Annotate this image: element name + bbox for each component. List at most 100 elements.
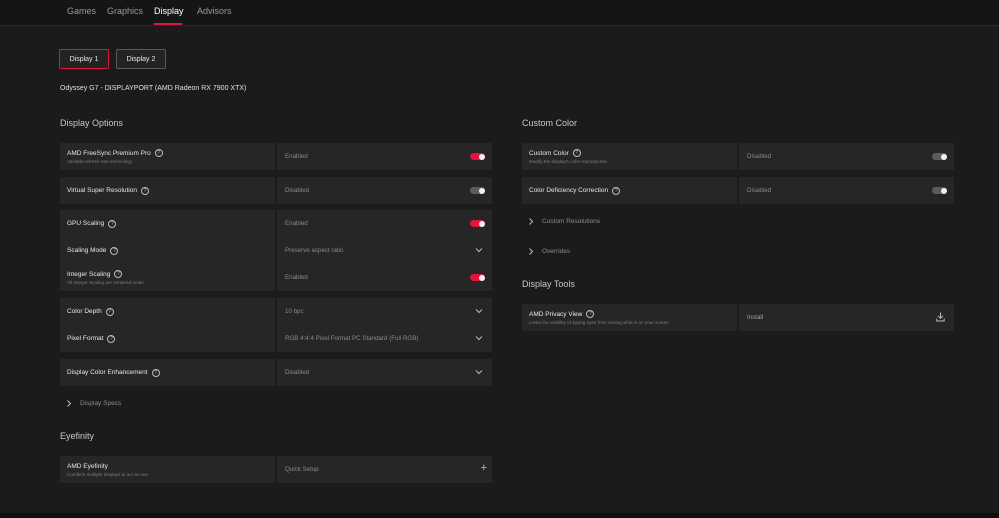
scaling-mode-value: Preserve aspect ratio [285, 247, 344, 254]
freesync-label: AMD FreeSync Premium Pro [67, 149, 151, 157]
color-deficiency-value-cell: Disabled [739, 177, 954, 204]
eyefinity-title: Eyefinity [60, 431, 95, 441]
tab-games[interactable]: Games [67, 6, 96, 16]
color-depth-dropdown[interactable]: 10 bpc [277, 298, 492, 325]
eyefinity-label: AMD Eyefinity [67, 462, 108, 470]
color-enhancement-row: Display Color Enhancement? Disabled [60, 359, 492, 386]
custom-color-value-cell: Disabled [739, 143, 954, 170]
vsr-label-cell: Virtual Super Resolution? [60, 177, 275, 204]
overrides-expander[interactable]: Overrides [528, 248, 570, 255]
freesync-value-cell: Enabled [277, 143, 492, 170]
tab-display[interactable]: Display [154, 6, 184, 16]
color-deficiency-label: Color Deficiency Correction [529, 187, 609, 194]
color-deficiency-toggle[interactable] [932, 187, 947, 194]
color-enhancement-label: Display Color Enhancement [67, 369, 148, 376]
integer-scaling-toggle[interactable] [470, 274, 485, 281]
custom-color-title: Custom Color [522, 118, 578, 128]
freesync-label-cell: AMD FreeSync Premium Pro? Variable-refre… [60, 143, 275, 170]
color-enhancement-value: Disabled [285, 369, 310, 376]
integer-scaling-sublabel: All Integer Scaling are centered mode [67, 280, 144, 285]
color-deficiency-row: Color Deficiency Correction? Disabled [522, 177, 954, 204]
integer-scaling-value: Enabled [285, 274, 308, 281]
overrides-label: Overrides [542, 248, 571, 255]
display-specs-expander[interactable]: Display Specs [66, 400, 121, 407]
eyefinity-label-cell: AMD Eyefinity Combine multiple displays … [60, 456, 275, 483]
privacy-view-install[interactable]: Install [739, 304, 954, 331]
privacy-view-label-cell: AMD Privacy View? Limits the visibility … [522, 304, 737, 331]
pixel-format-dropdown[interactable]: RGB 4:4:4 Pixel Format PC Standard (Full… [277, 325, 492, 352]
freesync-row: AMD FreeSync Premium Pro? Variable-refre… [60, 143, 492, 170]
privacy-view-sublabel: Limits the visibility of spying eyes fro… [529, 320, 669, 325]
help-icon[interactable]: ? [151, 368, 160, 377]
chevron-down-icon [475, 248, 483, 253]
integer-scaling-label-cell: Integer Scaling? All Integer Scaling are… [60, 264, 275, 291]
integer-scaling-label: Integer Scaling [67, 270, 111, 278]
scaling-mode-label-cell: Scaling Mode? [60, 237, 275, 264]
gpu-scaling-label: GPU Scaling [67, 220, 105, 227]
eyefinity-row: AMD Eyefinity Combine multiple displays … [60, 456, 492, 483]
color-enhancement-dropdown[interactable]: Disabled [277, 359, 492, 386]
help-icon[interactable]: ? [108, 219, 117, 228]
freesync-value: Enabled [285, 153, 308, 160]
privacy-view-row: AMD Privacy View? Limits the visibility … [522, 304, 954, 331]
color-deficiency-label-cell: Color Deficiency Correction? [522, 177, 737, 204]
chevron-right-icon [529, 248, 534, 255]
privacy-view-label: AMD Privacy View [529, 310, 583, 318]
gpu-scaling-row: GPU Scaling? Enabled [60, 210, 492, 237]
pixel-format-row: Pixel Format? RGB 4:4:4 Pixel Format PC … [60, 325, 492, 352]
display-1-button[interactable]: Display 1 [59, 49, 109, 69]
help-icon[interactable]: ? [107, 334, 116, 343]
help-icon[interactable]: ? [114, 270, 123, 278]
help-icon[interactable]: ? [105, 307, 114, 316]
plus-icon[interactable]: + [481, 463, 487, 474]
pixel-format-label: Pixel Format [67, 335, 104, 342]
color-depth-label-cell: Color Depth? [60, 298, 275, 325]
vsr-row: Virtual Super Resolution? Disabled [60, 177, 492, 204]
custom-resolutions-label: Custom Resolutions [542, 218, 601, 225]
vsr-toggle[interactable] [470, 187, 485, 194]
gpu-scaling-toggle[interactable] [470, 220, 485, 227]
color-depth-label: Color Depth [67, 308, 102, 315]
color-enhancement-label-cell: Display Color Enhancement? [60, 359, 275, 386]
help-icon[interactable]: ? [140, 186, 149, 195]
custom-resolutions-expander[interactable]: Custom Resolutions [528, 218, 600, 225]
help-icon[interactable]: ? [572, 149, 581, 157]
active-tab-indicator [154, 23, 182, 25]
gpu-scaling-label-cell: GPU Scaling? [60, 210, 275, 237]
download-icon[interactable] [936, 312, 945, 322]
tab-advisors[interactable]: Advisors [197, 6, 232, 16]
integer-scaling-value-cell: Enabled [277, 264, 492, 291]
privacy-view-value: Install [747, 314, 764, 321]
color-deficiency-value: Disabled [747, 187, 772, 194]
taskbar [0, 513, 999, 518]
monitor-name: Odyssey G7 - DISPLAYPORT (AMD Radeon RX … [60, 85, 247, 92]
custom-color-toggle[interactable] [932, 153, 947, 160]
scaling-mode-row: Scaling Mode? Preserve aspect ratio [60, 237, 492, 264]
help-icon[interactable]: ? [154, 149, 163, 157]
vsr-value: Disabled [285, 187, 310, 194]
display-2-button[interactable]: Display 2 [116, 49, 166, 69]
color-depth-value: 10 bpc [285, 308, 304, 315]
pixel-format-label-cell: Pixel Format? [60, 325, 275, 352]
scaling-mode-label: Scaling Mode [67, 247, 107, 254]
eyefinity-quick-setup[interactable]: Quick Setup + [277, 456, 492, 483]
custom-color-row: Custom Color? Modify the display's color… [522, 143, 954, 170]
scaling-mode-dropdown[interactable]: Preserve aspect ratio [277, 237, 492, 264]
vsr-value-cell: Disabled [277, 177, 492, 204]
color-depth-row: Color Depth? 10 bpc [60, 298, 492, 325]
gpu-scaling-value: Enabled [285, 220, 308, 227]
custom-color-sublabel: Modify the display's color reproduction [529, 159, 607, 164]
help-icon[interactable]: ? [110, 246, 119, 255]
help-icon[interactable]: ? [612, 186, 621, 195]
eyefinity-value: Quick Setup [285, 466, 319, 473]
chevron-down-icon [475, 370, 483, 375]
freesync-toggle[interactable] [470, 153, 485, 160]
chevron-down-icon [475, 309, 483, 314]
tab-graphics[interactable]: Graphics [107, 6, 143, 16]
display-specs-label: Display Specs [80, 400, 122, 407]
eyefinity-sublabel: Combine multiple displays to act as one [67, 471, 148, 477]
custom-color-label: Custom Color [529, 149, 569, 157]
help-icon[interactable]: ? [586, 310, 595, 318]
freesync-sublabel: Variable-refresh-rate technology [67, 159, 133, 164]
custom-color-value: Disabled [747, 153, 772, 160]
